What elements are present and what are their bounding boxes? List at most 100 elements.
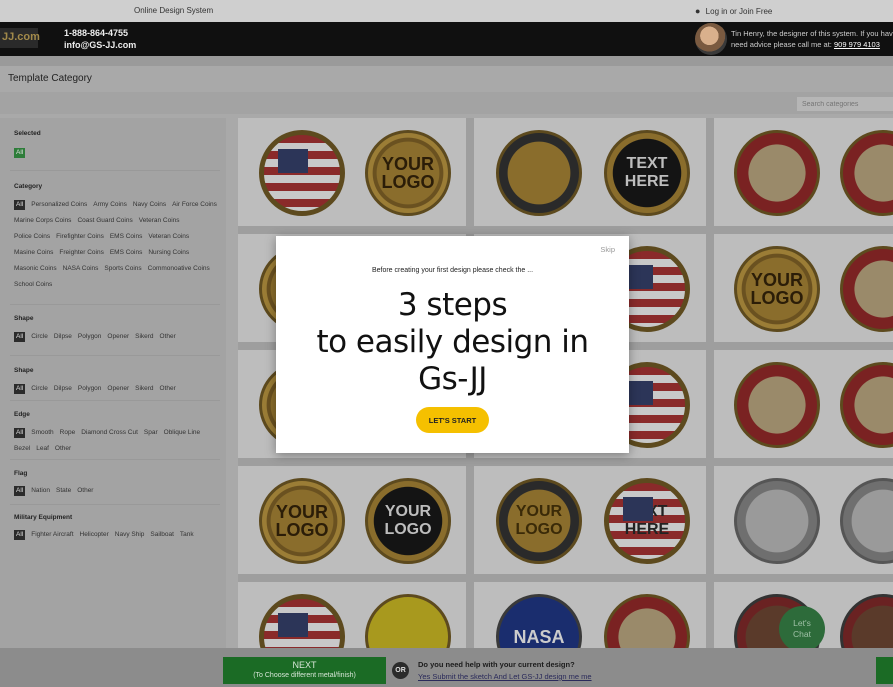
- category-chip[interactable]: Veteran Coins: [148, 232, 189, 242]
- category-chip[interactable]: EMS Coins: [110, 232, 143, 242]
- edge-chip[interactable]: All: [14, 428, 26, 438]
- shape-chip[interactable]: Polygon: [78, 384, 102, 394]
- shape-chip[interactable]: Other: [160, 332, 176, 342]
- edge-chip[interactable]: Smooth: [31, 428, 53, 438]
- chat-label-line1: Let's: [793, 618, 811, 628]
- category-chip[interactable]: Coast Guard Coins: [77, 216, 132, 226]
- template-card[interactable]: [238, 582, 466, 680]
- flag-heading: Flag: [14, 470, 28, 477]
- flag-chip[interactable]: All: [14, 486, 26, 496]
- coin-map: [734, 362, 820, 448]
- shape-chip[interactable]: Opener: [107, 332, 129, 342]
- template-card[interactable]: [714, 350, 893, 458]
- lets-start-button[interactable]: LET'S START: [416, 407, 489, 433]
- top-bar: Online Design System ● Log in or Join Fr…: [0, 0, 893, 22]
- coin-your-logo-bronze: YOUR LOGO: [496, 478, 582, 564]
- search-input[interactable]: [797, 97, 893, 111]
- category-chip[interactable]: Marine Corps Coins: [14, 216, 71, 226]
- military-chip[interactable]: Fighter Aircraft: [31, 530, 73, 540]
- edge-chip[interactable]: Oblique Line: [164, 428, 201, 438]
- category-chip[interactable]: Nursing Coins: [148, 248, 189, 258]
- skip-button[interactable]: Skip: [600, 245, 615, 254]
- category-chip[interactable]: Freighter Coins: [59, 248, 103, 258]
- military-chip[interactable]: Navy Ship: [115, 530, 145, 540]
- shape-chip[interactable]: Polygon: [78, 332, 102, 342]
- template-card[interactable]: NASA: [474, 582, 706, 680]
- coin-your-logo-red: [734, 130, 820, 216]
- designer-note-line2: need advice please call me at: 909 979 4…: [731, 39, 893, 50]
- coin-your-logo-cross: YOUR LOGO: [734, 246, 820, 332]
- selected-chip-all[interactable]: All: [14, 148, 26, 158]
- category-list: All Personalized Coins Army Coins Navy C…: [14, 200, 220, 290]
- help-question: Do you need help with your current desig…: [418, 660, 575, 669]
- next-sub-label: (To Choose different metal/finish): [253, 672, 356, 679]
- template-card[interactable]: YOUR LOGO: [714, 234, 893, 342]
- coin-enter-text: [840, 130, 893, 216]
- next-label: NEXT: [292, 660, 317, 670]
- coin-text-here: TEXT HERE: [604, 130, 690, 216]
- shape-chip[interactable]: Sikerd: [135, 384, 153, 394]
- category-chip[interactable]: Masonic Coins: [14, 264, 57, 274]
- flag-list: All Nation State Other: [14, 486, 220, 496]
- template-card[interactable]: YOUR LOGO TEXT HERE: [474, 466, 706, 574]
- flag-chip[interactable]: State: [56, 486, 71, 496]
- chat-button[interactable]: Let's Chat: [779, 606, 825, 652]
- edge-chip[interactable]: Rope: [60, 428, 76, 438]
- login-link[interactable]: ● Log in or Join Free: [695, 6, 772, 16]
- category-chip[interactable]: Masine Coins: [14, 248, 53, 258]
- next-button-edge[interactable]: [876, 657, 893, 684]
- site-logo[interactable]: JJ.com: [0, 28, 40, 48]
- category-chip[interactable]: Firefighter Coins: [56, 232, 104, 242]
- category-chip[interactable]: Police Coins: [14, 232, 50, 242]
- flag-chip[interactable]: Nation: [31, 486, 50, 496]
- online-design-system-label: Online Design System: [134, 6, 214, 15]
- shape-chip[interactable]: All: [14, 332, 26, 342]
- shape-chip[interactable]: Circle: [31, 332, 48, 342]
- shape-chip[interactable]: All: [14, 384, 26, 394]
- shape-chip[interactable]: Dilpse: [54, 332, 72, 342]
- header-phone: 1-888-864-4755: [64, 28, 129, 38]
- filter-sidebar: Selected All Category All Personalized C…: [0, 118, 226, 648]
- category-chip[interactable]: Sports Coins: [104, 264, 141, 274]
- military-chip[interactable]: Tank: [180, 530, 194, 540]
- onboarding-modal: Skip Before creating your first design p…: [276, 236, 629, 453]
- shape-heading-2: Shape: [14, 367, 34, 374]
- category-chip[interactable]: Air Force Coins: [172, 200, 217, 210]
- military-chip[interactable]: All: [14, 530, 26, 540]
- category-chip[interactable]: Commonoative Coins: [148, 264, 210, 274]
- edge-chip[interactable]: Other: [55, 444, 71, 454]
- next-button[interactable]: NEXT (To Choose different metal/finish): [223, 657, 386, 684]
- submit-sketch-link[interactable]: Yes Submit the sketch And Let GS-JJ desi…: [418, 672, 592, 681]
- edge-chip[interactable]: Diamond Cross Cut: [81, 428, 138, 438]
- category-chip[interactable]: NASA Coins: [63, 264, 99, 274]
- flag-chip[interactable]: Other: [77, 486, 93, 496]
- shape-chip[interactable]: Dilpse: [54, 384, 72, 394]
- coin-your-logo-blue: [840, 246, 893, 332]
- category-chip[interactable]: All: [14, 200, 26, 210]
- shape-chip[interactable]: Circle: [31, 384, 48, 394]
- bottom-bar: NEXT (To Choose different metal/finish) …: [0, 648, 893, 687]
- category-chip[interactable]: School Coins: [14, 280, 52, 290]
- shape-chip[interactable]: Other: [160, 384, 176, 394]
- category-chip[interactable]: Army Coins: [93, 200, 127, 210]
- category-chip[interactable]: Veteran Coins: [139, 216, 180, 226]
- category-chip[interactable]: Personalized Coins: [31, 200, 87, 210]
- template-card[interactable]: [714, 118, 893, 226]
- shape-chip[interactable]: Sikerd: [135, 332, 153, 342]
- military-chip[interactable]: Helicopter: [80, 530, 109, 540]
- category-chip[interactable]: Navy Coins: [133, 200, 166, 210]
- template-card[interactable]: TEXT HERE: [474, 118, 706, 226]
- or-badge: OR: [392, 662, 409, 679]
- login-label: Log in or Join Free: [705, 7, 773, 16]
- military-chip[interactable]: Sailboat: [150, 530, 174, 540]
- designer-note-text: need advice please call me at:: [731, 40, 832, 49]
- template-card[interactable]: [714, 466, 893, 574]
- category-chip[interactable]: EMS Coins: [110, 248, 143, 258]
- edge-chip[interactable]: Bezel: [14, 444, 30, 454]
- shape-chip[interactable]: Opener: [107, 384, 129, 394]
- template-card[interactable]: YOUR LOGO: [238, 118, 466, 226]
- edge-chip[interactable]: Spar: [144, 428, 158, 438]
- template-card[interactable]: YOUR LOGO YOUR LOGO: [238, 466, 466, 574]
- header-email: info@GS-JJ.com: [64, 40, 137, 50]
- edge-chip[interactable]: Leaf: [36, 444, 49, 454]
